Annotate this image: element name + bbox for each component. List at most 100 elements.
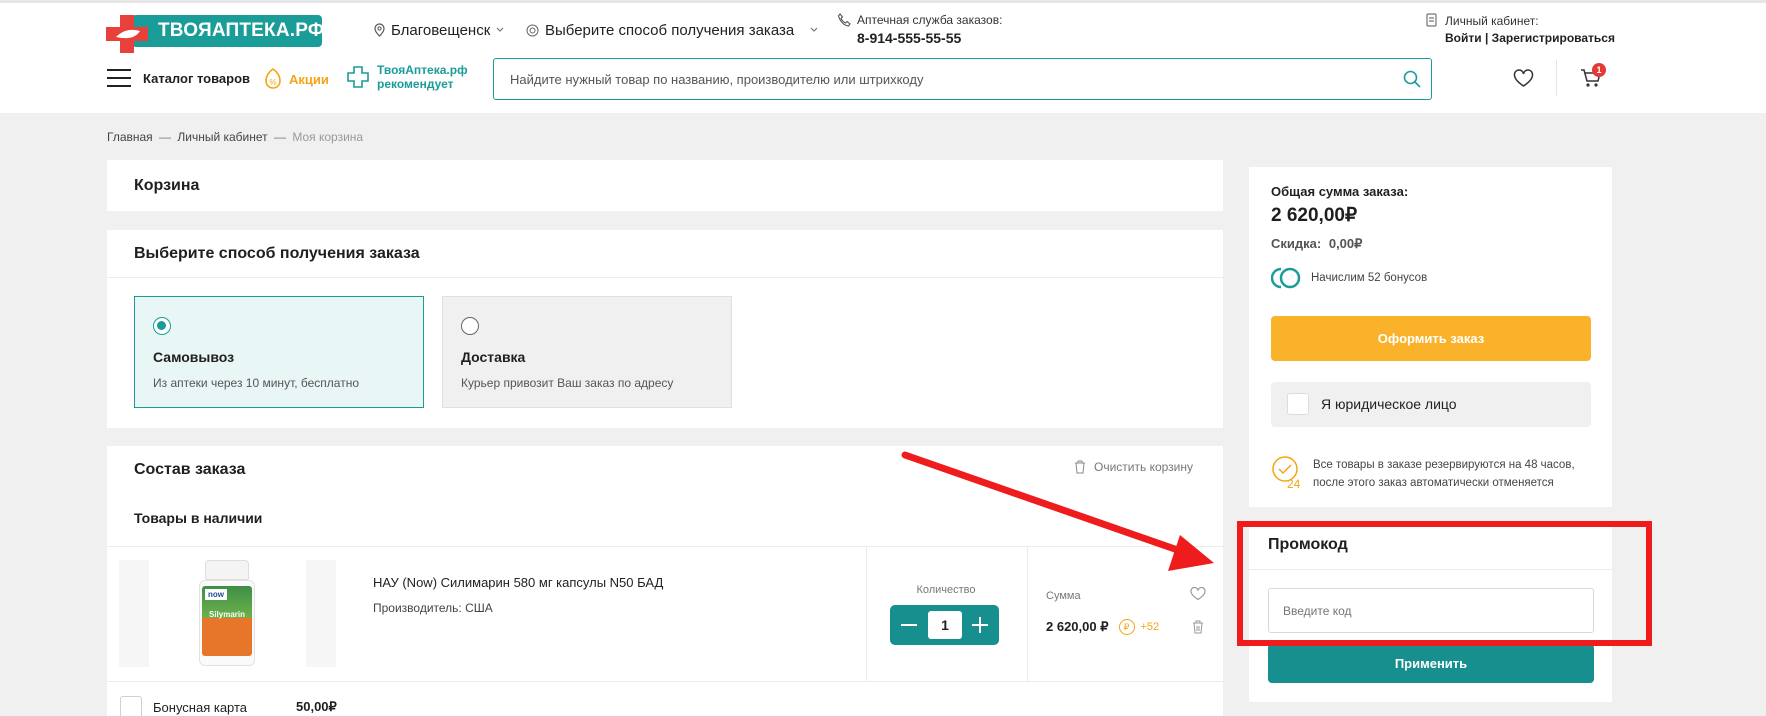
account-icon <box>1426 13 1437 27</box>
city-select[interactable]: Благовещенск <box>374 20 504 40</box>
bonus-coin-icon: ₽ <box>1118 619 1135 635</box>
delete-trash-icon[interactable] <box>1192 620 1204 634</box>
clear-cart-button[interactable]: Очистить корзину <box>1074 460 1193 474</box>
breadcrumb: Главная — Личный кабинет — Моя корзина <box>107 130 363 144</box>
reserve-note-line-2: после этого заказ автоматически отменяет… <box>1313 477 1554 489</box>
discount-value: 0,00₽ <box>1328 236 1363 251</box>
discount-row: Скидка: 0,00₽ <box>1271 236 1362 252</box>
order-composition-card: Состав заказа Очистить корзину Товары в … <box>107 446 1223 716</box>
delivery-radio[interactable] <box>461 317 479 335</box>
reserve-note-line-1: Все товары в заказе резервируются на 48 … <box>1313 459 1575 471</box>
breadcrumb-account[interactable]: Личный кабинет <box>177 130 267 144</box>
phone-icon <box>837 13 851 27</box>
total-label: Общая сумма заказа: <box>1271 184 1409 199</box>
quantity-stepper: 1 <box>890 605 999 645</box>
delivery-method-select[interactable]: Выберите способ получения заказа <box>526 20 818 40</box>
search-icon[interactable] <box>1403 70 1421 88</box>
bonus-note: Начислим 52 бонусов <box>1271 266 1427 290</box>
delivery-card: Выберите способ получения заказа Самовыв… <box>107 230 1223 428</box>
logo[interactable]: ТВОЯАПТЕКА.РФ <box>106 13 326 53</box>
delivery-option[interactable]: Доставка Курьер привозит Ваш заказ по ад… <box>442 296 732 408</box>
delivery-method-label: Выберите способ получения заказа <box>545 21 795 39</box>
phone-number[interactable]: 8-914-555-55-55 <box>857 30 961 46</box>
breadcrumb-current: Моя корзина <box>292 130 364 144</box>
logo-text: ТВОЯАПТЕКА.РФ <box>132 15 324 47</box>
place-order-button[interactable]: Оформить заказ <box>1271 316 1591 361</box>
chevron-down-icon <box>810 27 818 32</box>
bonus-note-text: Начислим 52 бонусов <box>1311 272 1428 284</box>
decrease-button[interactable] <box>901 624 917 626</box>
quantity-label: Количество <box>916 584 976 596</box>
bonus-card-checkbox[interactable] <box>120 696 142 716</box>
order-summary-card: Общая сумма заказа: 2 620,00₽ Скидка: 0,… <box>1249 167 1612 507</box>
account-label: Личный кабинет: <box>1445 14 1539 28</box>
pickup-option[interactable]: Самовывоз Из аптеки через 10 минут, бесп… <box>134 296 424 408</box>
recommend-line-1: ТвояАптека.рф <box>377 63 468 77</box>
item-sum: 2 620,00 ₽ ₽ +52 <box>1046 619 1159 635</box>
apply-promo-button[interactable]: Применить <box>1268 644 1594 683</box>
bottle: now Silymarin <box>199 560 255 668</box>
pickup-title: Самовывоз <box>153 349 235 365</box>
increase-button[interactable] <box>972 617 988 633</box>
heart-icon[interactable] <box>1513 69 1534 88</box>
clear-cart-label: Очистить корзину <box>1094 460 1193 474</box>
breadcrumb-sep: — <box>274 130 286 144</box>
divider <box>107 681 1223 682</box>
breadcrumb-home[interactable]: Главная <box>107 130 153 144</box>
cart-item-row: now Silymarin НАУ (Now) Силимарин 580 мг… <box>107 547 1223 681</box>
legal-entity-box[interactable]: Я юридическое лицо <box>1271 382 1591 427</box>
promo-label: Акции <box>289 71 329 87</box>
bonus-ring-icon <box>1271 267 1301 289</box>
delivery-title: Выберите способ получения заказа <box>134 245 420 262</box>
composition-title: Состав заказа <box>134 461 246 478</box>
bonus-card-label: Бонусная карта <box>153 700 248 715</box>
promo-link[interactable]: % Акции <box>263 67 329 91</box>
column-divider <box>1027 547 1028 681</box>
legal-entity-label: Я юридическое лицо <box>1321 396 1457 412</box>
service-label: Аптечная служба заказов: <box>857 13 1003 27</box>
delivery-option-title: Доставка <box>461 349 526 365</box>
catalog-button[interactable]: Каталог товаров <box>107 66 250 90</box>
register-link[interactable]: Зарегистрироваться <box>1492 31 1615 45</box>
column-divider <box>866 547 867 681</box>
medical-cross-icon <box>347 66 369 88</box>
target-icon <box>526 24 539 36</box>
bottle-product-name: Silymarin <box>208 610 245 619</box>
product-image[interactable]: now Silymarin <box>119 560 336 668</box>
header-divider <box>1556 60 1557 96</box>
search-input[interactable] <box>510 59 1390 99</box>
recommend-link[interactable]: ТвояАптека.рф рекомендует <box>347 63 468 91</box>
hamburger-menu-icon <box>107 69 131 87</box>
logo-cross-icon <box>106 15 148 53</box>
plus-v <box>979 617 981 633</box>
sum-label: Сумма <box>1046 590 1081 602</box>
legal-entity-checkbox[interactable] <box>1287 393 1309 415</box>
breadcrumb-sep: — <box>159 130 172 144</box>
clock-24-icon: 24 <box>1272 456 1301 489</box>
bonus-card-value: 50,00₽ <box>296 699 337 714</box>
trash-icon <box>1075 460 1085 474</box>
reserve-note: Все товары в заказе резервируются на 48 … <box>1313 456 1575 492</box>
item-sum-value: 2 620,00 ₽ <box>1046 619 1109 634</box>
search-bar <box>493 58 1432 100</box>
chevron-down-icon <box>496 27 504 32</box>
location-pin-icon <box>374 23 385 37</box>
divider <box>107 277 1223 278</box>
quantity-value[interactable]: 1 <box>928 611 962 639</box>
percent-badge-icon: % <box>265 68 281 89</box>
product-name[interactable]: НАУ (Now) Силимарин 580 мг капсулы N50 Б… <box>373 575 663 590</box>
auth-links: Войти | Зарегистрироваться <box>1445 31 1615 45</box>
favorite-heart-icon[interactable] <box>1190 587 1206 601</box>
product-manufacturer: Производитель: США <box>373 601 493 615</box>
login-link[interactable]: Войти <box>1445 31 1482 45</box>
cart-button[interactable]: 1 <box>1580 62 1612 92</box>
available-title: Товары в наличии <box>134 510 263 526</box>
bottle-cap <box>205 560 249 580</box>
image-bg-right <box>306 560 336 667</box>
total-value: 2 620,00₽ <box>1271 205 1358 226</box>
pickup-radio[interactable] <box>153 317 171 335</box>
svg-text:24: 24 <box>1287 477 1301 489</box>
bottle-brand: now <box>205 589 227 600</box>
cart-title-card: Корзина <box>107 160 1223 211</box>
image-bg-left <box>119 560 149 667</box>
